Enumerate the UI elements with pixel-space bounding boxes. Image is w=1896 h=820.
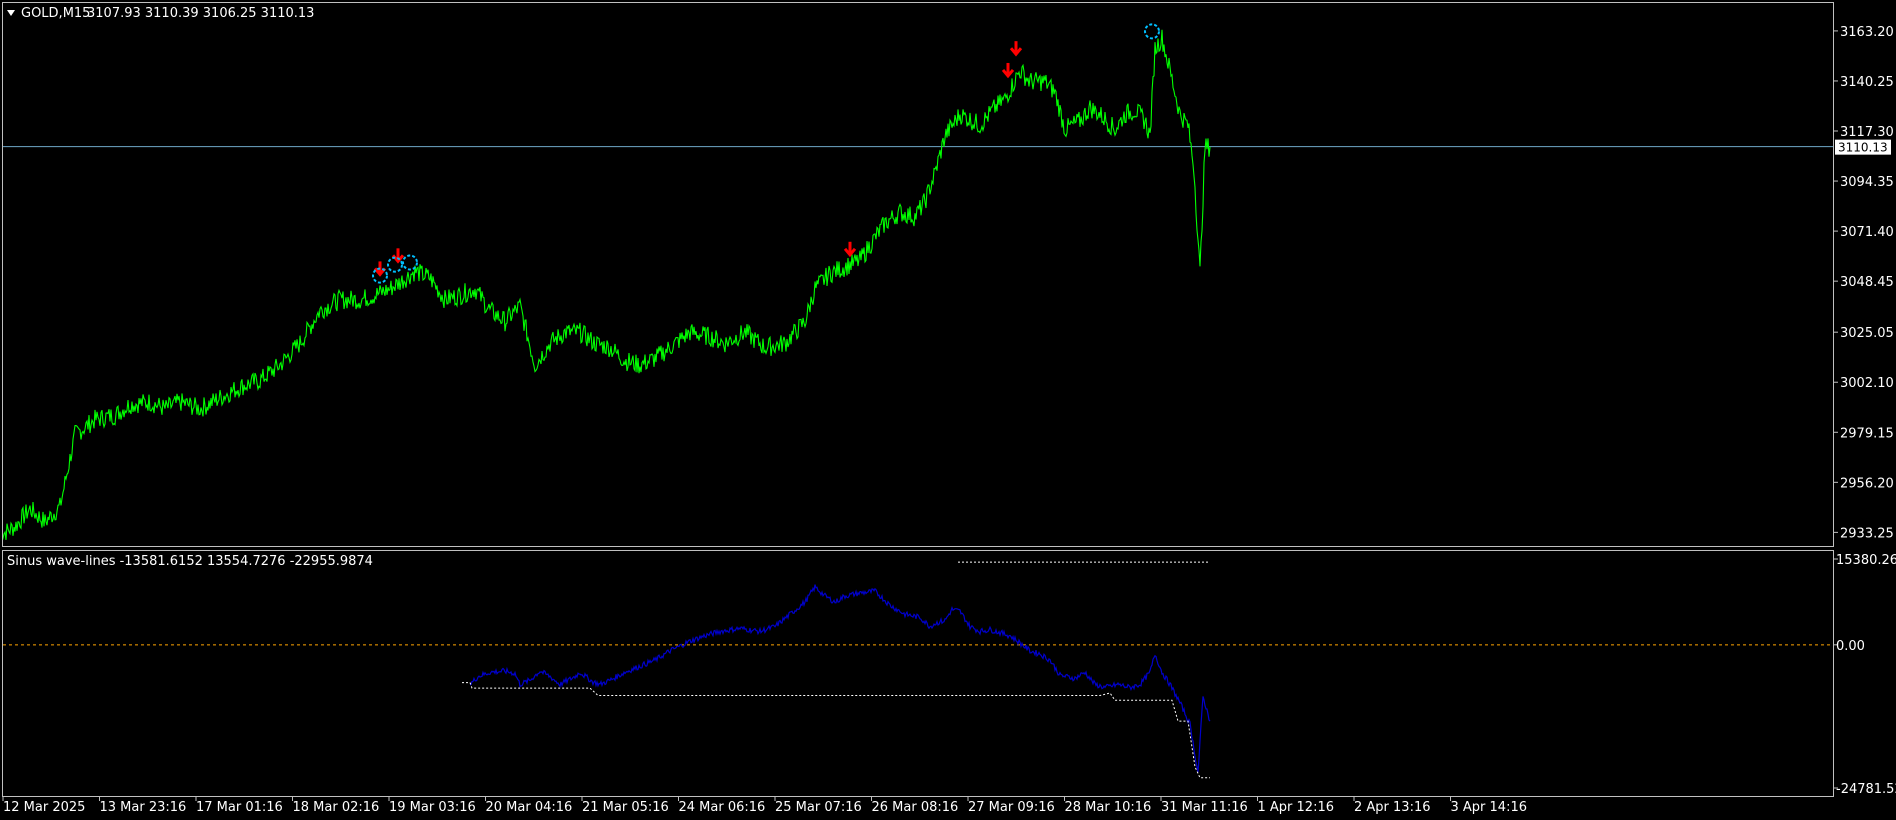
time-tick-label: 2 Apr 13:16 <box>1354 800 1431 815</box>
symbol-label: GOLD,M15 <box>21 6 90 21</box>
trading-chart[interactable]: GOLD,M15 3107.93 3110.39 3106.25 3110.13… <box>0 0 1896 820</box>
time-tick-label: 1 Apr 12:16 <box>1258 800 1335 815</box>
time-tick-label: 31 Mar 11:16 <box>1161 800 1248 815</box>
indicator-tick-label: -24781.523 <box>1836 782 1896 797</box>
time-axis: 12 Mar 2025 13 Mar 23:16 17 Mar 01:16 18 Ma… <box>2 797 1528 815</box>
price-tick-label: 3117.30 <box>1840 125 1894 140</box>
indicator-tick-label: 0.00 <box>1836 639 1865 654</box>
time-tick-label: 24 Mar 06:16 <box>679 800 766 815</box>
price-tick-label: 3048.45 <box>1840 275 1894 290</box>
indicator-title: Sinus wave-lines -13581.6152 13554.7276 … <box>7 554 373 569</box>
price-tick-label: 3140.25 <box>1840 75 1894 90</box>
current-price-label: 3110.13 <box>1838 141 1888 155</box>
time-tick-label: 26 Mar 08:16 <box>872 800 959 815</box>
time-tick-label: 13 Mar 23:16 <box>100 800 187 815</box>
price-tick-label: 3094.35 <box>1840 175 1894 190</box>
current-price-tag: 3110.13 <box>1835 139 1891 155</box>
time-tick-label: 19 Mar 03:16 <box>389 800 476 815</box>
price-tick-label: 2933.25 <box>1840 526 1894 541</box>
price-tick-label: 3025.05 <box>1840 326 1894 341</box>
time-tick-label: 28 Mar 10:16 <box>1065 800 1152 815</box>
time-tick-label: 3 Apr 14:16 <box>1451 800 1528 815</box>
time-tick-label: 25 Mar 07:16 <box>775 800 862 815</box>
price-tick-label: 2956.20 <box>1840 476 1894 491</box>
indicator-tick-label: 15380.263 <box>1836 553 1896 568</box>
time-tick-label: 27 Mar 09:16 <box>968 800 1055 815</box>
chart-background <box>0 0 1896 820</box>
price-tick-label: 2979.15 <box>1840 426 1894 441</box>
time-tick-label: 18 Mar 02:16 <box>293 800 380 815</box>
ohlc-values: 3107.93 3110.39 3106.25 3110.13 <box>87 6 314 21</box>
time-tick-label: 20 Mar 04:16 <box>486 800 573 815</box>
time-tick-label: 12 Mar 2025 <box>3 800 85 815</box>
time-tick-label: 17 Mar 01:16 <box>196 800 283 815</box>
time-tick-label: 21 Mar 05:16 <box>582 800 669 815</box>
price-tick-label: 3002.10 <box>1840 376 1894 391</box>
price-tick-label: 3071.40 <box>1840 225 1894 240</box>
price-tick-label: 3163.20 <box>1840 25 1894 40</box>
